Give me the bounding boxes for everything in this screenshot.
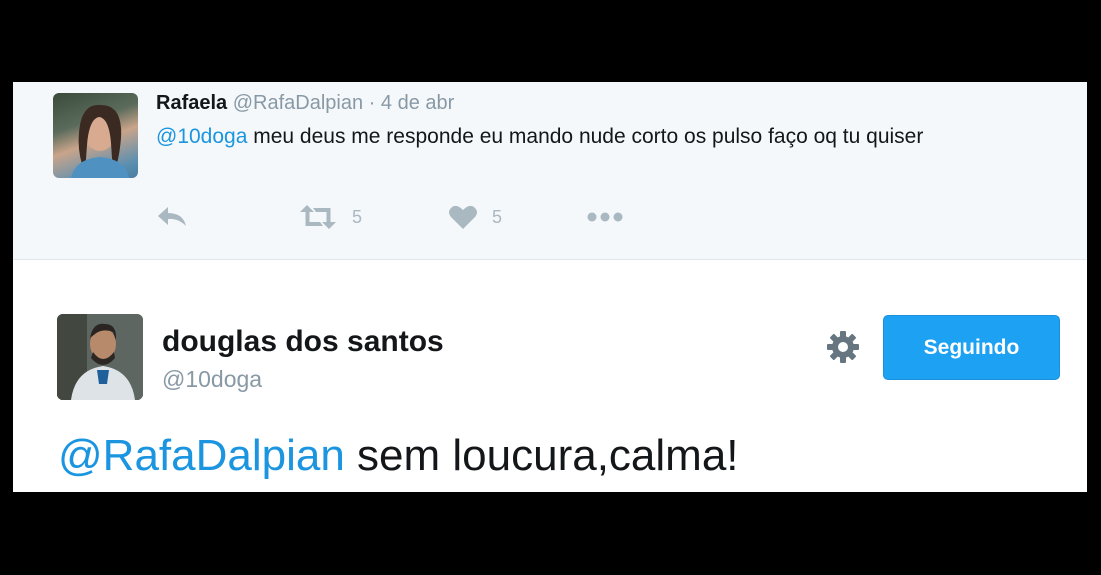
reply-header: Rafaela @RafaDalpian · 4 de abr bbox=[156, 92, 454, 115]
author-name[interactable]: douglas dos santos bbox=[162, 325, 444, 359]
author-handle[interactable]: @10doga bbox=[162, 366, 262, 393]
reply-body: meu deus me responde eu mando nude corto… bbox=[247, 125, 924, 148]
reply-author-handle[interactable]: @RafaDalpian bbox=[233, 92, 363, 114]
reply-tweet: Rafaela @RafaDalpian · 4 de abr @10doga … bbox=[13, 82, 1087, 260]
like-count: 5 bbox=[492, 206, 503, 227]
tweet-body: sem loucura,calma! bbox=[344, 431, 739, 480]
avatar[interactable] bbox=[57, 314, 143, 400]
retweet-count: 5 bbox=[352, 206, 363, 227]
reply-button[interactable] bbox=[156, 204, 188, 230]
reply-author-name[interactable]: Rafaela bbox=[156, 92, 227, 114]
retweet-icon bbox=[300, 205, 336, 229]
avatar[interactable] bbox=[53, 93, 138, 178]
mention-link[interactable]: @RafaDalpian bbox=[58, 431, 345, 480]
reply-date[interactable]: 4 de abr bbox=[381, 92, 454, 114]
like-button[interactable]: 5 bbox=[448, 204, 502, 230]
gear-icon bbox=[827, 331, 859, 363]
retweet-button[interactable]: 5 bbox=[298, 204, 362, 230]
more-icon bbox=[587, 212, 623, 222]
tweet-screenshot: Rafaela @RafaDalpian · 4 de abr @10doga … bbox=[13, 82, 1087, 492]
gear-button[interactable] bbox=[826, 330, 860, 364]
heart-icon bbox=[449, 205, 477, 229]
following-button[interactable]: Seguindo bbox=[883, 315, 1060, 380]
reply-text: @10doga meu deus me responde eu mando nu… bbox=[156, 121, 1036, 153]
separator: · bbox=[368, 92, 376, 114]
tweet-text: @RafaDalpian sem loucura,calma! bbox=[58, 428, 739, 484]
more-button[interactable] bbox=[586, 204, 624, 230]
reply-icon bbox=[158, 207, 186, 226]
mention-link[interactable]: @10doga bbox=[156, 125, 247, 148]
